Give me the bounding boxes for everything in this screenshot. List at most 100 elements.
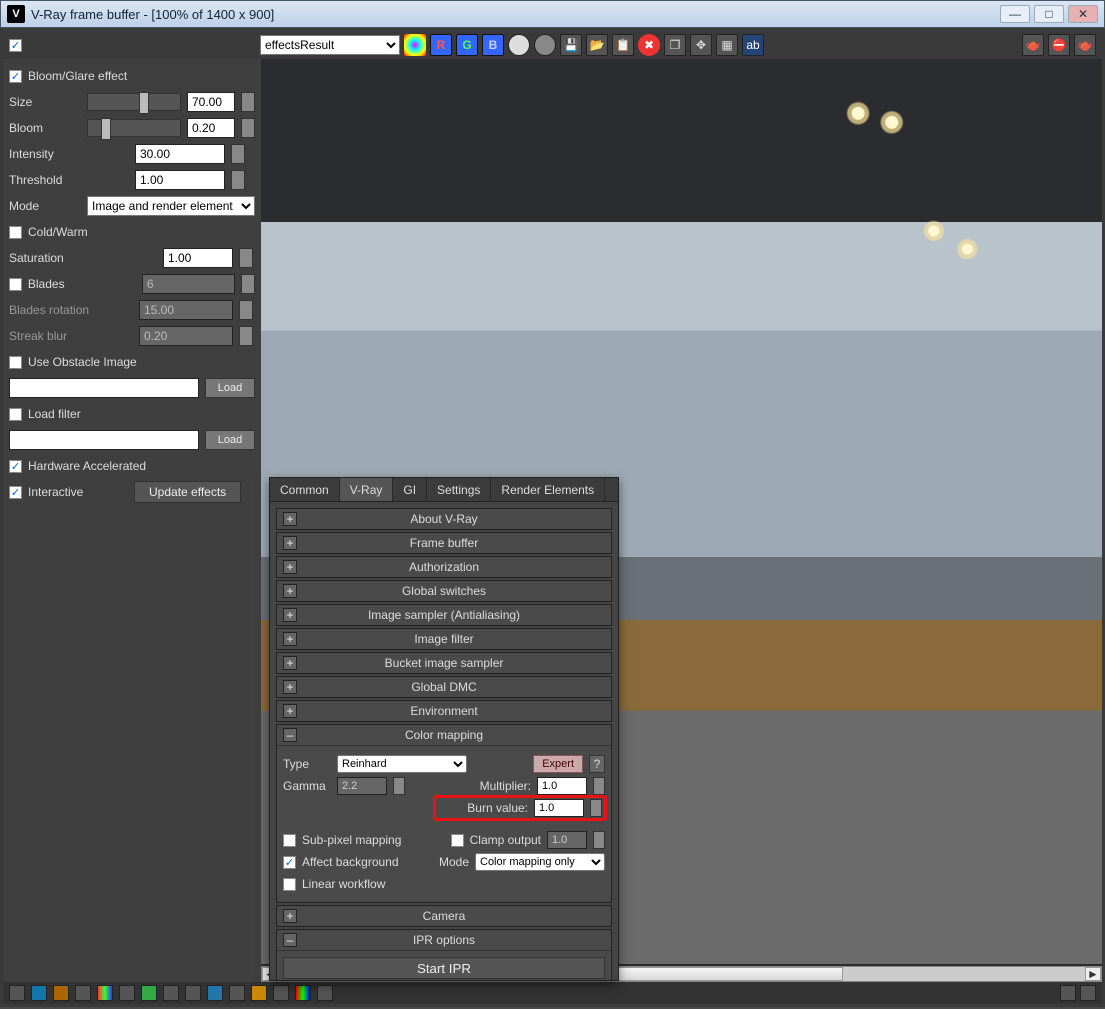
- toolbar: ✓ effectsResult R G B 💾 📂 📋 ✖ ❐ ✥ ▦ ab 🫖…: [3, 31, 1102, 59]
- saturation-value[interactable]: 1.00: [163, 248, 233, 268]
- linear-checkbox[interactable]: [283, 878, 296, 891]
- hw-accel-checkbox[interactable]: ✓: [9, 460, 22, 473]
- region-icon[interactable]: ▦: [716, 34, 738, 56]
- streak-blur-spinner: [239, 326, 253, 346]
- bloom-slider[interactable]: [87, 119, 181, 137]
- sb-icon[interactable]: [317, 985, 333, 1001]
- cm-type-select[interactable]: Reinhard: [337, 755, 467, 773]
- clipboard-icon[interactable]: 📋: [612, 34, 634, 56]
- sb-icon[interactable]: [163, 985, 179, 1001]
- tab-gi[interactable]: GI: [393, 478, 427, 501]
- stop-render-icon[interactable]: ⛔: [1048, 34, 1070, 56]
- mode-select[interactable]: Image and render element: [87, 196, 255, 216]
- filter-path[interactable]: [9, 430, 199, 450]
- rollout-image-filter[interactable]: +Image filter: [277, 629, 611, 649]
- load-filter-checkbox[interactable]: [9, 408, 22, 421]
- teapot-blue-icon[interactable]: 🫖: [1074, 34, 1096, 56]
- close-button[interactable]: ✕: [1068, 5, 1098, 23]
- sb-icon[interactable]: [207, 985, 223, 1001]
- bloom-glare-checkbox[interactable]: ✓: [9, 70, 22, 83]
- cold-warm-checkbox[interactable]: [9, 226, 22, 239]
- sb-icon[interactable]: [119, 985, 135, 1001]
- multiplier-value[interactable]: 1.0: [537, 777, 587, 795]
- channel-g-button[interactable]: G: [456, 34, 478, 56]
- tab-vray[interactable]: V-Ray: [340, 478, 394, 501]
- tab-common[interactable]: Common: [270, 478, 340, 501]
- sb-icon[interactable]: [97, 985, 113, 1001]
- rollout-camera[interactable]: +Camera: [277, 906, 611, 926]
- sb-icon[interactable]: [185, 985, 201, 1001]
- obstacle-checkbox[interactable]: [9, 356, 22, 369]
- subpixel-checkbox[interactable]: [283, 834, 296, 847]
- rollout-image-sampler[interactable]: +Image sampler (Antialiasing): [277, 605, 611, 625]
- rollout-global-switches[interactable]: +Global switches: [277, 581, 611, 601]
- rollout-color-mapping[interactable]: –Color mapping: [277, 725, 611, 745]
- size-slider[interactable]: [87, 93, 181, 111]
- scroll-right-icon[interactable]: ►: [1085, 967, 1101, 981]
- affect-bg-checkbox[interactable]: ✓: [283, 856, 296, 869]
- help-button[interactable]: ?: [589, 755, 605, 773]
- rollout-ipr[interactable]: –IPR options: [277, 930, 611, 950]
- obstacle-path[interactable]: [9, 378, 199, 398]
- multiplier-spinner[interactable]: [593, 777, 605, 795]
- tab-settings[interactable]: Settings: [427, 478, 491, 501]
- open-icon[interactable]: 📂: [586, 34, 608, 56]
- bloom-value[interactable]: 0.20: [187, 118, 235, 138]
- alpha-button[interactable]: [534, 34, 556, 56]
- mono-button[interactable]: [508, 34, 530, 56]
- tab-render-elements[interactable]: Render Elements: [491, 478, 605, 501]
- update-effects-button[interactable]: Update effects: [134, 481, 241, 503]
- blades-checkbox[interactable]: [9, 278, 22, 291]
- duplicate-icon[interactable]: ❐: [664, 34, 686, 56]
- load-filter-label: Load filter: [28, 407, 81, 421]
- rollout-about[interactable]: +About V-Ray: [277, 509, 611, 529]
- clear-icon[interactable]: ✖: [638, 34, 660, 56]
- save-icon[interactable]: 💾: [560, 34, 582, 56]
- channel-r-button[interactable]: R: [430, 34, 452, 56]
- burn-value[interactable]: 1.0: [534, 799, 584, 817]
- rollout-authorization[interactable]: +Authorization: [277, 557, 611, 577]
- minimize-button[interactable]: —: [1000, 5, 1030, 23]
- rollout-bucket[interactable]: +Bucket image sampler: [277, 653, 611, 673]
- expert-button[interactable]: Expert: [533, 755, 583, 773]
- rollout-environment[interactable]: +Environment: [277, 701, 611, 721]
- rollout-frame-buffer[interactable]: +Frame buffer: [277, 533, 611, 553]
- intensity-value[interactable]: 30.00: [135, 144, 225, 164]
- color-wheel-icon[interactable]: [404, 34, 426, 56]
- gamma-value: 2.2: [337, 777, 387, 795]
- sb-icon[interactable]: [141, 985, 157, 1001]
- size-value[interactable]: 70.00: [187, 92, 235, 112]
- rollout-global-dmc[interactable]: +Global DMC: [277, 677, 611, 697]
- sb-icon[interactable]: [31, 985, 47, 1001]
- clamp-checkbox[interactable]: [451, 834, 464, 847]
- start-ipr-button[interactable]: Start IPR: [283, 957, 605, 979]
- sb-icon[interactable]: [9, 985, 25, 1001]
- obstacle-load-button[interactable]: Load: [205, 378, 255, 398]
- sb-icon[interactable]: [273, 985, 289, 1001]
- channel-select[interactable]: effectsResult: [260, 35, 400, 55]
- sb-icon[interactable]: [1080, 985, 1096, 1001]
- intensity-label: Intensity: [9, 147, 129, 161]
- sb-icon[interactable]: [295, 985, 311, 1001]
- sb-icon[interactable]: [1060, 985, 1076, 1001]
- filter-load-button[interactable]: Load: [205, 430, 255, 450]
- sb-icon[interactable]: [53, 985, 69, 1001]
- interactive-checkbox[interactable]: ✓: [9, 486, 22, 499]
- track-mouse-icon[interactable]: ✥: [690, 34, 712, 56]
- sb-icon[interactable]: [229, 985, 245, 1001]
- sb-icon[interactable]: [251, 985, 267, 1001]
- sb-icon[interactable]: [75, 985, 91, 1001]
- enable-effects-checkbox[interactable]: ✓: [9, 39, 22, 52]
- cm-mode-select[interactable]: Color mapping only: [475, 853, 605, 871]
- channel-b-button[interactable]: B: [482, 34, 504, 56]
- bloom-spinner[interactable]: [241, 118, 255, 138]
- intensity-spinner[interactable]: [231, 144, 245, 164]
- threshold-spinner[interactable]: [231, 170, 245, 190]
- burn-spinner[interactable]: [590, 799, 602, 817]
- teapot-green-icon[interactable]: 🫖: [1022, 34, 1044, 56]
- history-icon[interactable]: ab: [742, 34, 764, 56]
- saturation-spinner[interactable]: [239, 248, 253, 268]
- size-spinner[interactable]: [241, 92, 255, 112]
- threshold-value[interactable]: 1.00: [135, 170, 225, 190]
- maximize-button[interactable]: □: [1034, 5, 1064, 23]
